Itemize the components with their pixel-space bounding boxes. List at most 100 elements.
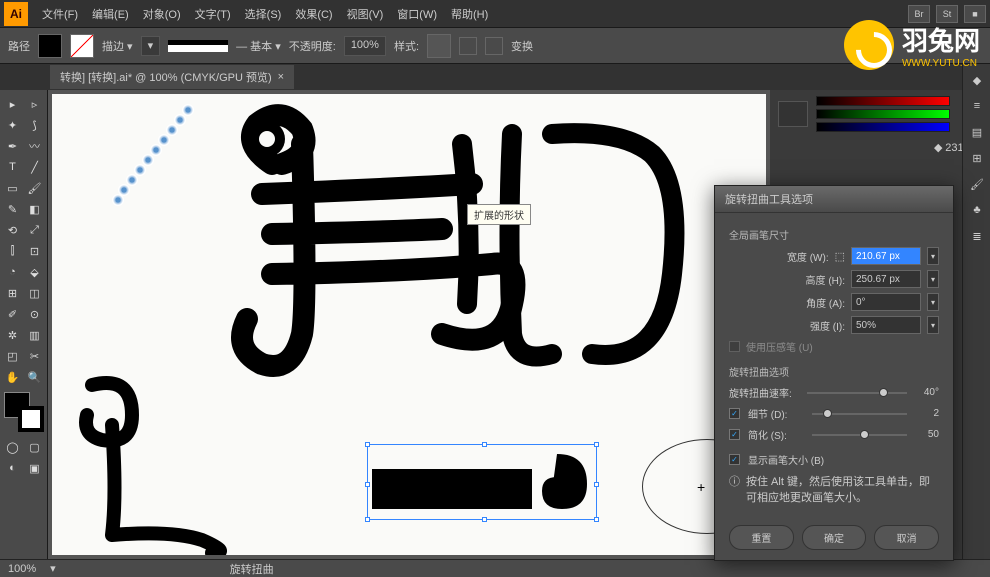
pressure-label: 使用压感笔 (U)	[746, 339, 813, 354]
document-tab[interactable]: 转换] [转换].ai* @ 100% (CMYK/GPU 预览) ×	[50, 65, 294, 89]
magic-wand-tool[interactable]: ✦	[2, 115, 23, 135]
intensity-input[interactable]	[851, 316, 921, 334]
show-brush-checkbox[interactable]: ✓	[729, 454, 740, 465]
artboard-tool[interactable]: ◰	[2, 346, 23, 366]
close-tab-icon[interactable]: ×	[278, 71, 284, 83]
menu-edit[interactable]: 编辑(E)	[86, 2, 135, 26]
blue-slider[interactable]	[816, 122, 950, 132]
rate-slider[interactable]	[807, 392, 907, 394]
black-bar-shape[interactable]	[372, 469, 532, 509]
blend-tool[interactable]: ⊙	[24, 304, 45, 324]
intensity-dropdown[interactable]: ▾	[927, 316, 939, 334]
reset-button[interactable]: 重置	[729, 525, 794, 550]
fill-stroke-control[interactable]	[4, 392, 44, 432]
color-mode[interactable]: ◐	[2, 458, 23, 478]
screen-mode[interactable]: ▢	[24, 437, 45, 457]
stroke-panel-icon[interactable]: ≣	[967, 226, 987, 246]
layers-icon[interactable]: ≡	[967, 96, 987, 116]
brush-tool[interactable]: 🖌	[24, 178, 45, 198]
graph-tool[interactable]: ▥	[24, 325, 45, 345]
rectangle-tool[interactable]: ▭	[2, 178, 23, 198]
angle-dropdown[interactable]: ▾	[927, 293, 939, 311]
stroke-swatch[interactable]	[70, 34, 94, 58]
mesh-tool[interactable]: ⊞	[2, 283, 23, 303]
gradient-tool[interactable]: ◫	[24, 283, 45, 303]
twirl-tool-options-dialog: 旋转扭曲工具选项 全局画笔尺寸 宽度 (W):⬚▾ 高度 (H):▾ 角度 (A…	[714, 185, 954, 561]
ok-button[interactable]: 确定	[802, 525, 867, 550]
slice-tool[interactable]: ✂	[24, 346, 45, 366]
stroke-label[interactable]: 描边 ▾	[102, 38, 133, 54]
options-bar: 路径 描边 ▾ ▾ — 基本 ▾ 不透明度: 100% 样式: 变换	[0, 28, 990, 64]
align-icon[interactable]	[459, 37, 477, 55]
shaper-tool[interactable]: ✎	[2, 199, 23, 219]
shape-builder-tool[interactable]: ◔	[2, 262, 23, 282]
eraser-tool[interactable]: ◧	[24, 199, 45, 219]
zoom-level[interactable]: 100%	[8, 563, 36, 575]
rate-label: 旋转扭曲速率:	[729, 385, 799, 400]
height-label: 高度 (H):	[806, 272, 845, 287]
style-swatch[interactable]	[427, 34, 451, 58]
height-dropdown[interactable]: ▾	[927, 270, 939, 288]
watermark-icon	[844, 20, 894, 70]
symbol-sprayer-tool[interactable]: ✲	[2, 325, 23, 345]
lasso-tool[interactable]: ⟆	[24, 115, 45, 135]
selection-tool[interactable]: ▸	[2, 94, 23, 114]
stroke-weight[interactable]: ▾	[141, 36, 161, 56]
curvature-tool[interactable]: 〰	[24, 136, 45, 156]
simplify-checkbox[interactable]: ✓	[729, 429, 740, 440]
simplify-slider[interactable]	[812, 434, 907, 436]
menu-select[interactable]: 选择(S)	[239, 2, 288, 26]
width-tool[interactable]: ⫿	[2, 241, 23, 261]
menu-object[interactable]: 对象(O)	[137, 2, 187, 26]
angle-input[interactable]	[851, 293, 921, 311]
width-input[interactable]	[851, 247, 921, 265]
menu-type[interactable]: 文字(T)	[189, 2, 237, 26]
properties-icon[interactable]: ◆	[967, 70, 987, 90]
cancel-button[interactable]: 取消	[874, 525, 939, 550]
detail-slider[interactable]	[812, 413, 907, 415]
brush-def[interactable]: — 基本 ▾	[236, 38, 281, 54]
brushes-icon[interactable]: 🖌	[967, 174, 987, 194]
menu-view[interactable]: 视图(V)	[341, 2, 390, 26]
corner-swirl	[72, 375, 232, 555]
dialog-hint: 按住 Alt 键，然后使用该工具单击，即可相应地更改画笔大小。	[746, 473, 939, 505]
hand-tool[interactable]: ✋	[2, 367, 23, 387]
swirl-shape[interactable]	[522, 449, 592, 519]
link-icon[interactable]: ⬚	[835, 250, 845, 263]
line-tool[interactable]: ╱	[24, 157, 45, 177]
dialog-title[interactable]: 旋转扭曲工具选项	[715, 186, 953, 213]
color-preview[interactable]	[778, 101, 808, 127]
detail-checkbox[interactable]: ✓	[729, 408, 740, 419]
pen-tool[interactable]: ✒	[2, 136, 23, 156]
direct-select-tool[interactable]: ▹	[24, 94, 45, 114]
menu-effect[interactable]: 效果(C)	[289, 2, 338, 26]
type-tool[interactable]: T	[2, 157, 23, 177]
opacity-value[interactable]: 100%	[344, 36, 386, 56]
free-transform-tool[interactable]: ⊡	[24, 241, 45, 261]
menu-window[interactable]: 窗口(W)	[391, 2, 443, 26]
scale-tool[interactable]: ⤢	[24, 220, 45, 240]
perspective-tool[interactable]: ⬙	[24, 262, 45, 282]
red-slider[interactable]	[816, 96, 950, 106]
change-screen[interactable]: ▣	[24, 458, 45, 478]
transform-link[interactable]: 变换	[511, 38, 533, 54]
swatches-icon[interactable]: ⊞	[967, 148, 987, 168]
libraries-icon[interactable]: ▤	[967, 122, 987, 142]
green-slider[interactable]	[816, 109, 950, 119]
menu-help[interactable]: 帮助(H)	[445, 2, 494, 26]
height-input[interactable]	[851, 270, 921, 288]
stroke-profile[interactable]	[168, 40, 228, 52]
menu-file[interactable]: 文件(F)	[36, 2, 84, 26]
zoom-tool[interactable]: 🔍	[24, 367, 45, 387]
width-dropdown[interactable]: ▾	[927, 247, 939, 265]
rotate-tool[interactable]: ⟲	[2, 220, 23, 240]
symbols-icon[interactable]: ♣	[967, 200, 987, 220]
canvas[interactable]: 扩展的形状 +	[52, 94, 766, 555]
shape-icon[interactable]	[485, 37, 503, 55]
draw-mode[interactable]: ◯	[2, 437, 23, 457]
calligraphy-art	[212, 104, 712, 384]
fill-swatch[interactable]	[38, 34, 62, 58]
simplify-label: 简化 (S):	[748, 427, 804, 442]
stroke-color[interactable]	[18, 406, 44, 432]
eyedropper-tool[interactable]: ✐	[2, 304, 23, 324]
